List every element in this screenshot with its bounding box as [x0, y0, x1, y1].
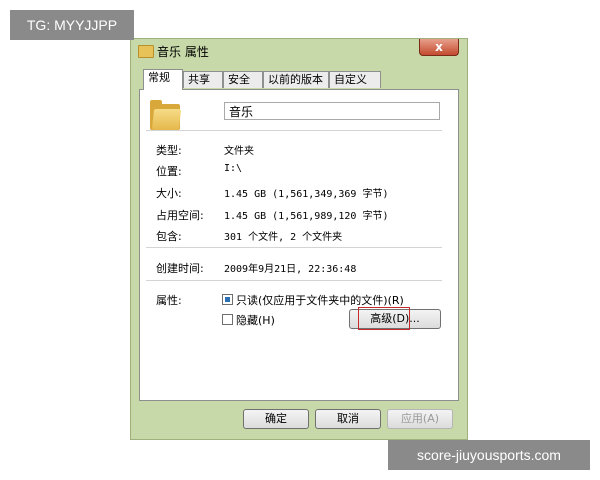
readonly-checkbox[interactable] [222, 294, 233, 305]
separator [146, 130, 442, 131]
tab-security[interactable]: 安全 [223, 71, 263, 88]
separator [146, 247, 442, 248]
type-label: 类型: [156, 144, 182, 157]
watermark-bottom: score-jiuyousports.com [388, 440, 590, 470]
cancel-button[interactable]: 取消 [315, 409, 381, 429]
contains-value: 301 个文件, 2 个文件夹 [224, 232, 343, 243]
contains-label: 包含: [156, 230, 182, 243]
readonly-label[interactable]: 只读(仅应用于文件夹中的文件)(R) [236, 292, 404, 308]
size-value: 1.45 GB (1,561,349,369 字节) [224, 189, 389, 200]
ok-button[interactable]: 确定 [243, 409, 309, 429]
apply-button[interactable]: 应用(A) [387, 409, 453, 429]
created-value: 2009年9月21日, 22:36:48 [224, 264, 357, 275]
folder-name-input[interactable] [224, 102, 440, 120]
tab-customize[interactable]: 自定义 [329, 71, 381, 88]
size-on-disk-value: 1.45 GB (1,561,989,120 字节) [224, 211, 389, 222]
tab-general[interactable]: 常规 [143, 69, 183, 90]
created-label: 创建时间: [156, 262, 204, 275]
tab-previous-versions[interactable]: 以前的版本 [263, 71, 329, 88]
tab-sharing[interactable]: 共享 [183, 71, 223, 88]
title-bar[interactable]: 音乐 属性 x [131, 39, 467, 65]
separator [146, 280, 442, 281]
location-value: I:\ [224, 163, 243, 174]
hidden-checkbox[interactable] [222, 314, 233, 325]
size-label: 大小: [156, 187, 182, 200]
watermark-top: TG: MYYJJPP [10, 10, 134, 40]
properties-window: 音乐 属性 x 常规 共享 安全 以前的版本 自定义 类型: 文件夹 位置: I… [130, 38, 468, 440]
hidden-label[interactable]: 隐藏(H) [236, 312, 275, 328]
attributes-label: 属性: [156, 294, 182, 307]
close-button[interactable]: x [419, 39, 459, 56]
window-title: 音乐 属性 [157, 45, 209, 59]
folder-icon [150, 100, 184, 130]
size-on-disk-label: 占用空间: [156, 209, 204, 222]
highlight-box [358, 307, 410, 330]
general-panel: 类型: 文件夹 位置: I:\ 大小: 1.45 GB (1,561,349,3… [139, 89, 459, 401]
location-label: 位置: [156, 165, 182, 178]
folder-icon [138, 45, 154, 58]
type-value: 文件夹 [224, 146, 254, 157]
